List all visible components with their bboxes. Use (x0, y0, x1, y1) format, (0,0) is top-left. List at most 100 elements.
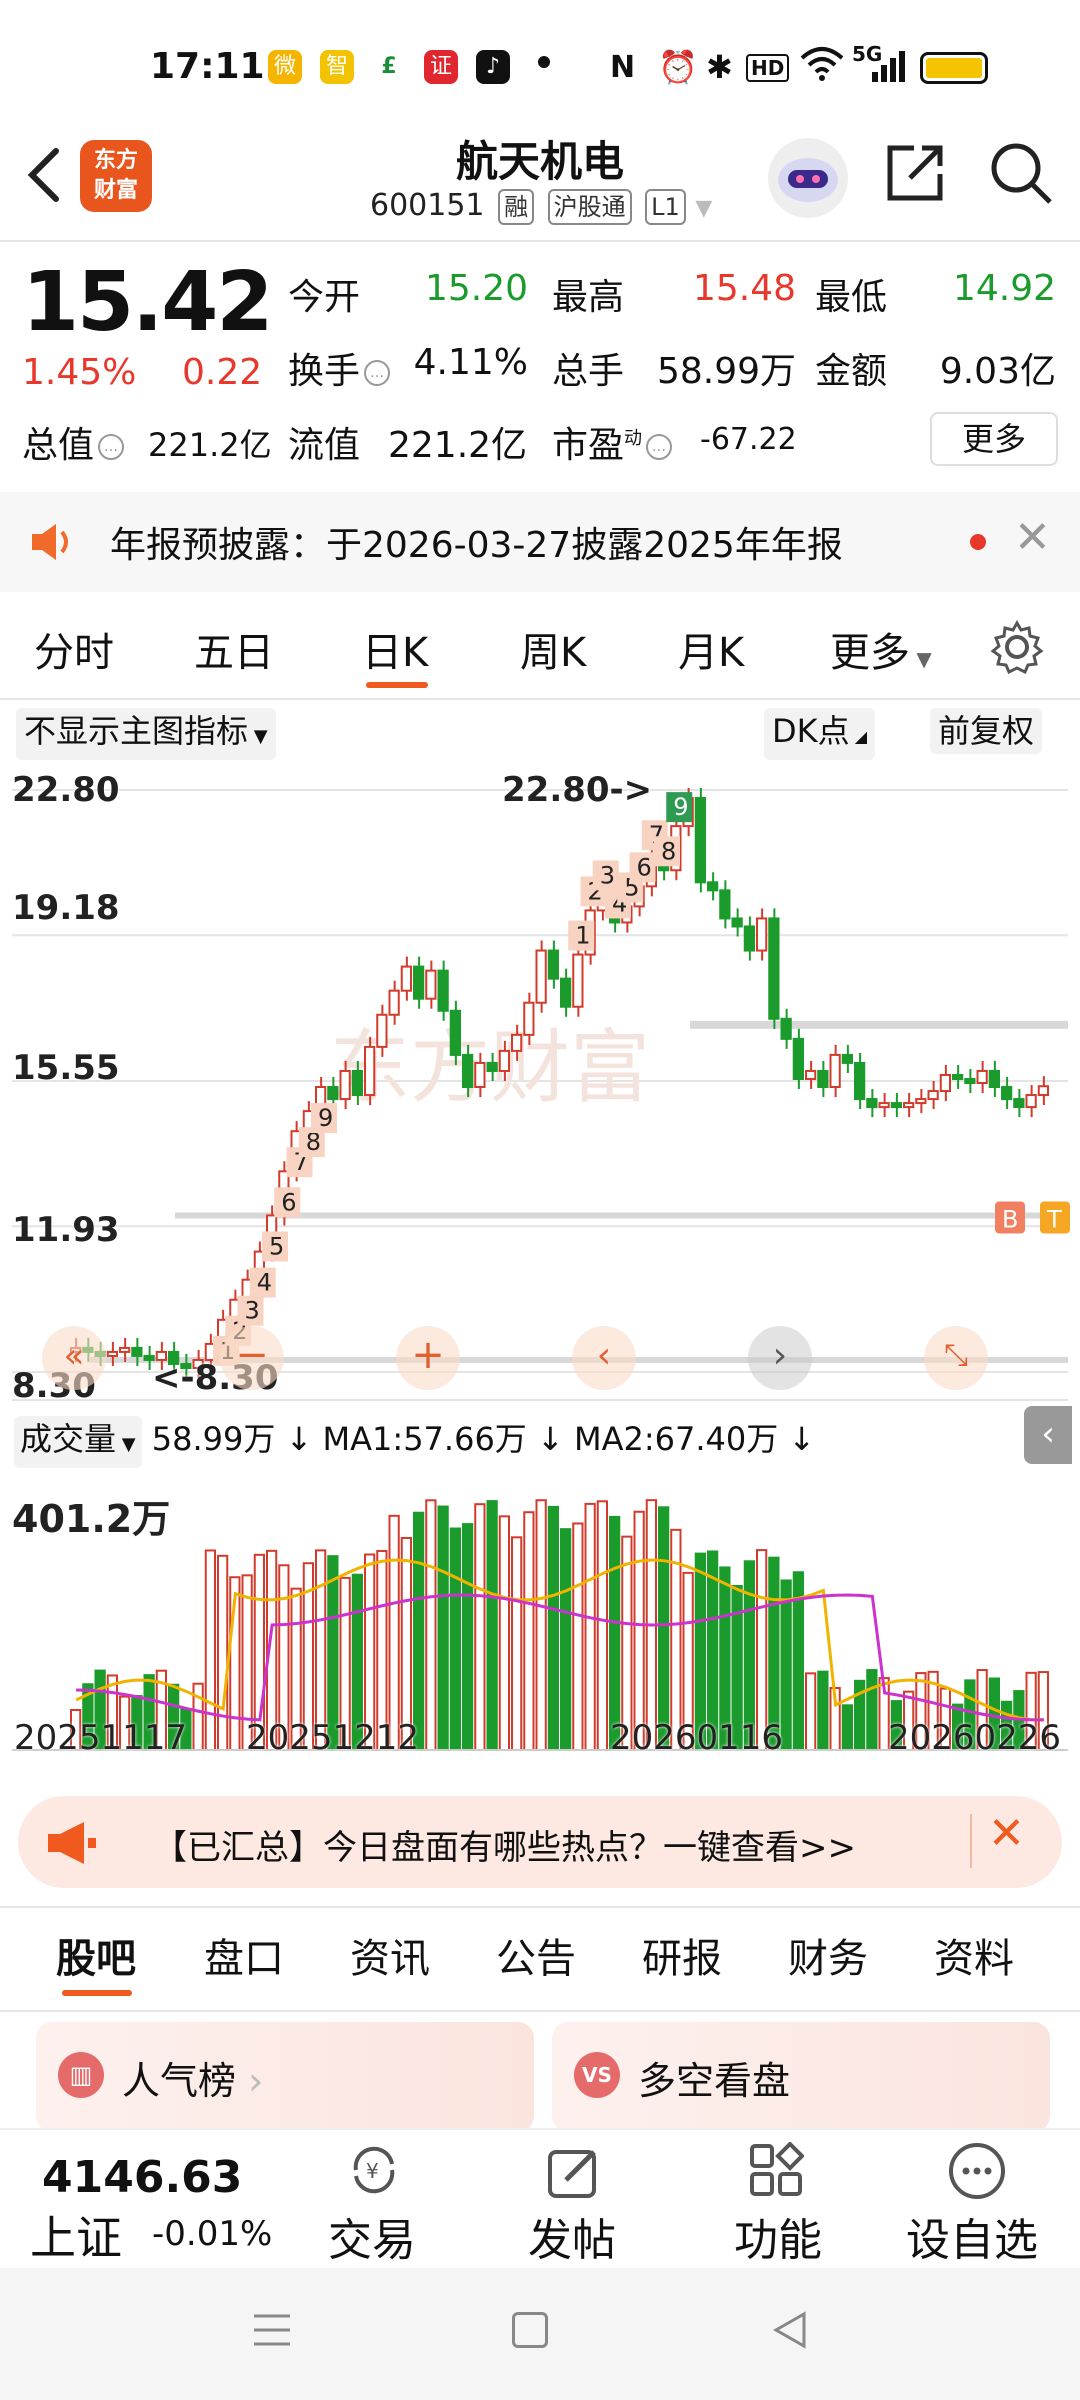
connect-tag: 沪股通 (547, 189, 632, 225)
scroll-right-icon[interactable]: › (748, 1326, 812, 1390)
more-dots-icon[interactable] (948, 2142, 1006, 2204)
ai-assistant-avatar[interactable] (768, 138, 848, 218)
functions-button[interactable]: 功能 (734, 2204, 822, 2268)
td-mark: 6 (281, 1188, 296, 1216)
volume-bar (584, 1502, 596, 1752)
volume-select[interactable]: 成交量 ▼ (14, 1416, 142, 1468)
index-value[interactable]: 4146.63 (42, 2152, 242, 2203)
candle-body (106, 1350, 118, 1357)
candle-body (1001, 1086, 1013, 1101)
post-edit-icon[interactable] (546, 2144, 602, 2204)
td-mark: 8 (661, 837, 676, 865)
wifi-icon (800, 46, 844, 90)
trade-icon[interactable]: ¥ (342, 2144, 406, 2200)
low-value: 14.92 (952, 268, 1056, 309)
volume-bar (425, 1499, 437, 1752)
info-icon[interactable]: … (364, 360, 391, 386)
tab-finance[interactable]: 财务 (788, 1926, 868, 1984)
open-label: 今开 (288, 277, 361, 318)
megaphone-icon (44, 1820, 98, 1870)
support-line (175, 1212, 1068, 1219)
candle-body (560, 977, 572, 1008)
resistance-line (690, 1020, 1068, 1029)
candle-body (731, 917, 743, 928)
volume-bar (413, 1511, 425, 1751)
bank-icon: £ (372, 50, 406, 84)
tab-monthly-k[interactable]: 月K (678, 620, 744, 678)
back-button[interactable] (22, 145, 72, 205)
tab-more[interactable]: 更多 ▼ (830, 620, 932, 678)
info-icon[interactable]: … (646, 434, 673, 460)
post-button[interactable]: 发帖 (528, 2204, 616, 2268)
tab-news[interactable]: 资讯 (350, 1926, 430, 1984)
status-bar: 17:11 微 智 £ 证 ♪ N ⏰ ✱ HD 5G (0, 0, 1080, 135)
tab-announcements[interactable]: 公告 (496, 1926, 576, 1984)
mcap-value: 221.2亿 (148, 426, 272, 464)
stock-code: 600151 (370, 188, 485, 223)
functions-grid-icon[interactable] (748, 2141, 805, 2202)
tab-guba[interactable]: 股吧 (56, 1926, 136, 1984)
current-price: 15.42 (22, 255, 273, 350)
tab-daily-k[interactable]: 日K (362, 620, 428, 678)
bull-bear-card[interactable]: VS 多空看盘 (552, 2022, 1050, 2132)
change-pct: 1.45% (22, 352, 137, 393)
volume-bar (560, 1528, 572, 1751)
dk-point-toggle[interactable]: DK点 ◢ (764, 708, 876, 760)
tab-five-day[interactable]: 五日 (194, 620, 274, 678)
candle-body (976, 1069, 988, 1085)
add-watchlist-button[interactable]: 设自选 (906, 2204, 1038, 2268)
scroll-left-far-icon[interactable]: « (42, 1326, 106, 1390)
tab-weekly-k[interactable]: 周K (520, 620, 586, 678)
trade-button[interactable]: 交易 (328, 2204, 416, 2268)
collapse-panel-icon[interactable]: ‹ (1024, 1406, 1072, 1464)
close-icon[interactable]: ✕ (988, 1808, 1025, 1859)
candle-body (952, 1073, 964, 1080)
tab-research[interactable]: 研报 (642, 1926, 722, 1984)
settings-gear-icon[interactable] (990, 619, 1044, 678)
notice-bar[interactable]: 年报预披露：于2026-03-27披露2025年年报 ✕ (0, 492, 1080, 592)
volume-bar (866, 1669, 878, 1751)
pe-value: -67.22 (700, 422, 797, 457)
candle-body (523, 1001, 535, 1036)
index-name[interactable]: 上证 (30, 2202, 122, 2268)
candle-body (743, 925, 755, 952)
popularity-card[interactable]: ▥ 人气榜 › (36, 2022, 534, 2132)
volume-bar (805, 1672, 817, 1751)
adjust-select[interactable]: 前复权 (930, 708, 1043, 754)
tab-pankou[interactable]: 盘口 (204, 1926, 284, 1984)
share-icon[interactable] (884, 142, 946, 208)
high-marker: 22.80-> (502, 770, 653, 810)
high-value: 15.48 (692, 268, 796, 309)
volume-bar (204, 1549, 216, 1751)
td-mark: 9 (318, 1104, 333, 1132)
banner-divider (970, 1814, 972, 1868)
chevron-down-icon[interactable]: ▼ (695, 196, 712, 221)
kline-chart[interactable]: 东方财富123456789123456789BT (0, 760, 1080, 1780)
tab-intraday[interactable]: 分时 (34, 620, 114, 678)
tab-profile[interactable]: 资料 (934, 1926, 1014, 1984)
more-button[interactable]: 更多 (930, 412, 1058, 466)
scroll-left-icon[interactable]: ‹ (572, 1326, 636, 1390)
candle-body (768, 917, 780, 1020)
volume-bar (572, 1522, 584, 1752)
search-icon[interactable] (988, 140, 1054, 210)
low-label: 最低 (815, 277, 888, 318)
hotspot-banner[interactable]: 【已汇总】今日盘面有哪些热点？一键查看>> ✕ (18, 1796, 1062, 1888)
home-icon[interactable] (512, 2312, 548, 2348)
info-icon[interactable]: … (98, 434, 125, 460)
y-tick-label: 11.93 (12, 1210, 120, 1250)
volume-bar (474, 1503, 486, 1751)
fullscreen-icon[interactable]: ⤡ (924, 1326, 988, 1390)
tiktok-icon: ♪ (476, 50, 510, 84)
menu-icon[interactable] (252, 2310, 292, 2354)
candle-body (351, 1069, 363, 1097)
td-mark: 9 (673, 793, 688, 821)
zoom-in-icon[interactable]: + (396, 1326, 460, 1390)
volume-value: 58.99万 (656, 351, 796, 392)
td-mark: 1 (575, 922, 590, 950)
zoom-out-icon[interactable]: − (220, 1326, 284, 1390)
td-mark: 5 (269, 1232, 284, 1260)
close-icon[interactable]: ✕ (1014, 512, 1051, 563)
indicator-select[interactable]: 不显示主图指标 ▼ (16, 708, 276, 760)
back-triangle-icon[interactable] (770, 2310, 810, 2354)
